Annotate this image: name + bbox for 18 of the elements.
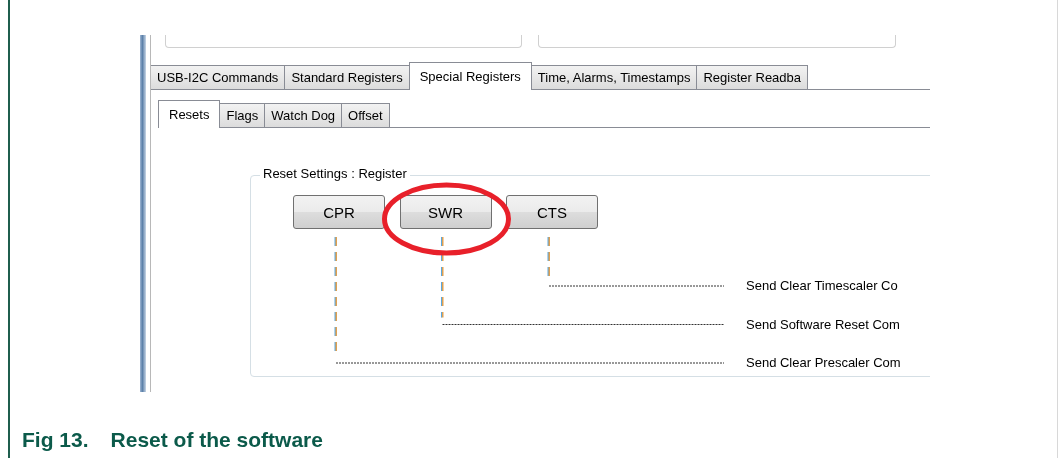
group-title: Reset Settings : Register [260,166,410,181]
figure-caption: Reset of the software [110,428,323,452]
tab[interactable]: Standard Registers [284,65,410,89]
tab[interactable]: Time, Alarms, Timestamps [530,65,698,89]
tab[interactable]: Flags [219,103,266,127]
command-button[interactable]: CTS [506,195,598,229]
tab[interactable]: Special Registers [408,62,532,90]
command-label: Send Clear Timescaler Co [746,277,898,295]
tab[interactable]: Watch Dog [264,103,343,127]
tab[interactable]: USB-I2C Commands [150,65,286,89]
tab[interactable]: Register Readba [696,65,809,89]
tab[interactable]: Offset [341,103,390,127]
command-button[interactable]: CPR [293,195,385,229]
command-button[interactable]: SWR [399,195,492,229]
figure-number: Fig 13. [22,428,89,452]
command-label: Send Software Reset Com [746,315,900,334]
tab[interactable]: Resets [158,100,221,128]
command-label: Send Clear Prescaler Com [746,354,901,372]
